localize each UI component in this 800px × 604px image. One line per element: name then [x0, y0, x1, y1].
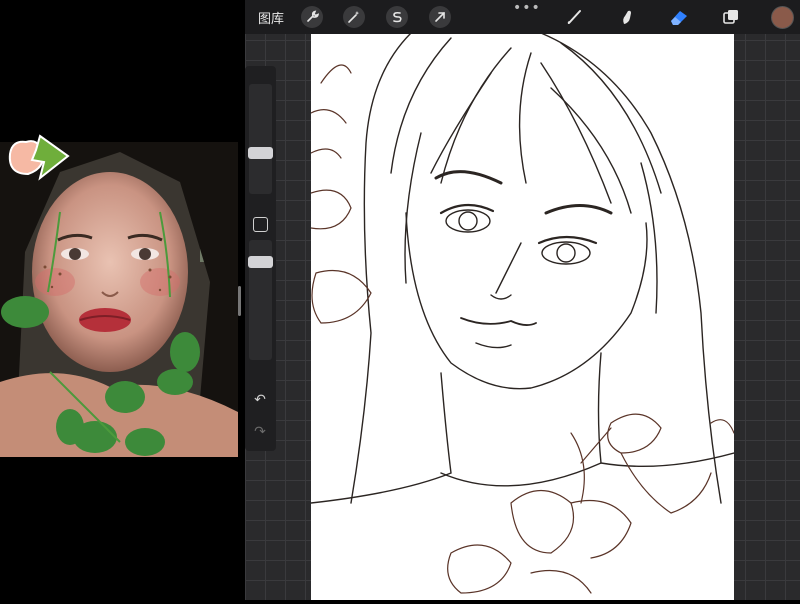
gallery-button[interactable]: 图库 [258, 8, 284, 27]
sidebar-handle[interactable] [238, 286, 241, 316]
magic-wand-icon[interactable] [343, 6, 365, 28]
eraser-icon[interactable] [667, 5, 691, 29]
transform-arrow-icon[interactable] [429, 6, 451, 28]
selection-icon[interactable] [386, 6, 408, 28]
more-options-icon[interactable]: ••• [513, 0, 541, 16]
brush-size-slider[interactable] [249, 84, 272, 194]
layers-icon[interactable] [719, 5, 743, 29]
smudge-icon[interactable] [615, 5, 639, 29]
top-toolbar: 图库 ••• [245, 0, 800, 34]
modify-button[interactable] [253, 217, 268, 232]
brush-size-thumb[interactable] [248, 147, 273, 159]
color-swatch[interactable] [771, 6, 794, 29]
brush-icon[interactable] [563, 5, 587, 29]
reference-photo[interactable] [0, 142, 238, 457]
opacity-thumb[interactable] [248, 256, 273, 268]
reference-panel [0, 0, 245, 600]
drawing-canvas[interactable] [310, 32, 735, 600]
peach-sticker-icon [8, 134, 70, 181]
redo-icon[interactable]: ↷ [250, 422, 270, 442]
wrench-icon[interactable] [301, 6, 323, 28]
undo-icon[interactable]: ↶ [250, 390, 270, 410]
